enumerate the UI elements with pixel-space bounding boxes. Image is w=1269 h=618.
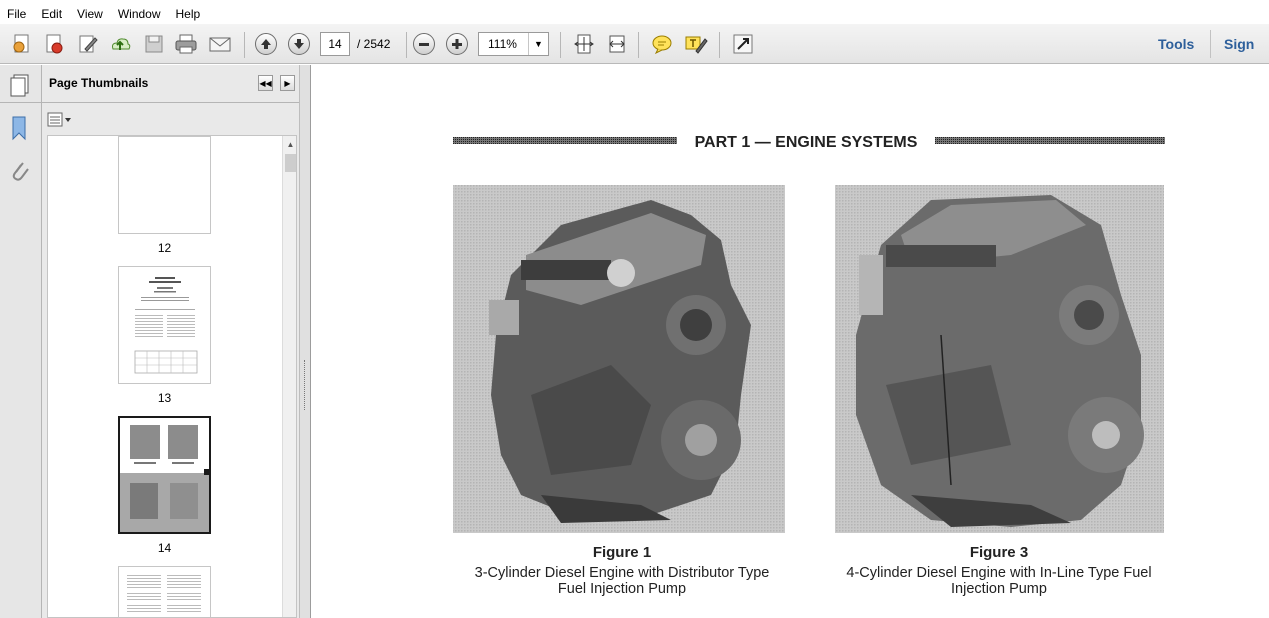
menu-bar: File Edit View Window Help <box>0 4 1269 24</box>
zoom-value: 111% <box>488 37 517 51</box>
scroll-thumb[interactable] <box>285 154 296 172</box>
menu-edit[interactable]: Edit <box>34 4 70 24</box>
thumbnail-page-12[interactable] <box>118 136 211 234</box>
expand-panel-icon[interactable]: ▶ <box>280 75 295 91</box>
document-page: PART 1 — ENGINE SYSTEMS Figure 1 3-Cylin… <box>453 134 1165 597</box>
toolbar-separator <box>244 32 245 58</box>
thumbnail-page-13[interactable] <box>118 266 211 384</box>
email-icon[interactable] <box>208 32 232 56</box>
splitter-grip[interactable] <box>304 360 307 410</box>
page-number-input[interactable] <box>320 32 350 56</box>
convert-icon[interactable] <box>42 32 66 56</box>
document-view[interactable]: PART 1 — ENGINE SYSTEMS Figure 1 3-Cylin… <box>311 65 1269 618</box>
scroll-up-icon[interactable]: ▲ <box>283 136 296 152</box>
figure-3-caption-line-1: 4-Cylinder Diesel Engine with In-Line Ty… <box>846 565 1151 581</box>
figure-1-caption-line-2: Fuel Injection Pump <box>558 581 686 597</box>
thumbnails-panel: Page Thumbnails ◀◀ ▶ 12 13 14 ▲ <box>42 65 299 618</box>
menu-window[interactable]: Window <box>111 4 169 24</box>
resize-handle[interactable] <box>204 469 209 475</box>
comment-icon[interactable] <box>650 32 674 56</box>
thumbnail-page-15[interactable] <box>118 566 211 617</box>
thumbnail-list[interactable]: 12 13 14 ▲ <box>47 135 297 618</box>
create-icon[interactable] <box>10 32 34 56</box>
figure-3-title: Figure 3 <box>970 544 1028 561</box>
zoom-select[interactable]: 111% ▼ <box>478 32 549 56</box>
figure-1-image <box>453 185 785 533</box>
upload-icon[interactable] <box>108 32 132 56</box>
bookmark-icon[interactable] <box>9 115 29 144</box>
fit-width-icon[interactable] <box>605 32 629 56</box>
toolbar-separator <box>406 32 407 58</box>
zoom-out-icon[interactable] <box>412 32 436 56</box>
collapse-panel-icon[interactable]: ◀◀ <box>258 75 273 91</box>
attachment-icon[interactable] <box>8 157 30 186</box>
save-icon[interactable] <box>142 32 166 56</box>
toolbar-separator <box>560 32 561 58</box>
figure-3-image <box>835 185 1164 533</box>
edit-icon[interactable] <box>76 32 100 56</box>
next-page-icon[interactable] <box>287 32 311 56</box>
menu-file[interactable]: File <box>0 4 34 24</box>
thumbnail-label: 14 <box>157 541 172 555</box>
document-heading: PART 1 — ENGINE SYSTEMS <box>695 134 918 151</box>
menu-help[interactable]: Help <box>169 4 209 24</box>
print-icon[interactable] <box>174 32 198 56</box>
fullscreen-icon[interactable] <box>731 32 755 56</box>
options-menu-icon[interactable] <box>47 111 73 132</box>
page-thumbnails-icon[interactable] <box>8 73 32 100</box>
figure-3-caption-line-2: Injection Pump <box>951 581 1047 597</box>
thumbnail-page-14[interactable] <box>118 416 211 534</box>
toolbar <box>0 24 1269 64</box>
zoom-in-icon[interactable] <box>445 32 469 56</box>
heading-rule-right <box>935 137 1165 144</box>
toolbar-separator <box>719 32 720 58</box>
toolbar-separator <box>1210 30 1211 58</box>
thumbnail-scrollbar[interactable]: ▲ <box>282 136 296 617</box>
prev-page-icon[interactable] <box>254 32 278 56</box>
menu-view[interactable]: View <box>70 4 111 24</box>
toolbar-separator <box>638 32 639 58</box>
page-total: / 2542 <box>357 37 391 51</box>
highlight-icon[interactable] <box>684 32 708 56</box>
panel-title: Page Thumbnails <box>49 76 149 90</box>
tools-button[interactable]: Tools <box>1158 36 1194 52</box>
heading-rule-left <box>453 137 677 144</box>
figure-1-title: Figure 1 <box>593 544 651 561</box>
panel-splitter[interactable] <box>299 65 311 618</box>
figure-1-caption-line-1: 3-Cylinder Diesel Engine with Distributo… <box>475 565 770 581</box>
chevron-down-icon[interactable]: ▼ <box>528 33 548 55</box>
thumbnail-label: 13 <box>157 391 172 405</box>
navigation-strip <box>0 65 42 618</box>
thumbnail-label: 12 <box>157 241 172 255</box>
fit-page-icon[interactable] <box>572 32 596 56</box>
sign-button[interactable]: Sign <box>1224 36 1254 52</box>
